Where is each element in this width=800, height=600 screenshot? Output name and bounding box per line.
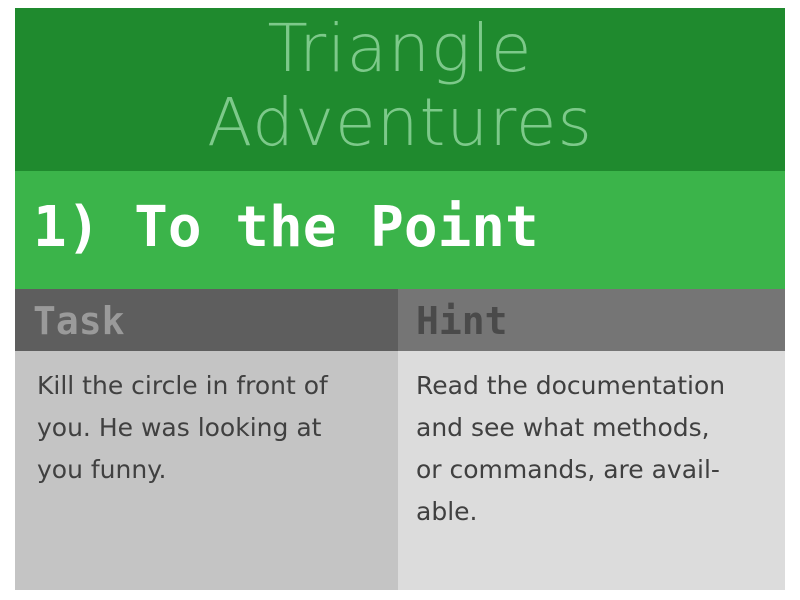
hint-line: or commands, are avail-	[416, 455, 720, 484]
task-header: Task	[15, 289, 398, 351]
task-line: you. He was looking at	[37, 413, 322, 442]
hint-line: and see what methods,	[416, 413, 710, 442]
game-title-line-1: Triangle	[267, 10, 533, 87]
hint-panel: Read the documentation and see what meth…	[398, 351, 785, 590]
task-header-label: Task	[33, 299, 125, 343]
task-panel: Kill the circle in front of you. He was …	[15, 351, 398, 590]
level-title: 1) To the Point	[33, 195, 539, 260]
level-banner: 1) To the Point	[15, 171, 785, 289]
game-title-banner: Triangle Adventures	[15, 8, 785, 171]
task-description: Kill the circle in front of you. He was …	[37, 365, 377, 491]
level-card: Triangle Adventures 1) To the Point Task…	[15, 8, 785, 590]
task-line: Kill the circle in front of	[37, 371, 328, 400]
hint-header: Hint	[398, 289, 785, 351]
game-title-line-2: Adventures	[207, 84, 593, 161]
hint-header-label: Hint	[416, 299, 508, 343]
hint-description: Read the documentation and see what meth…	[416, 365, 766, 533]
hint-line: able.	[416, 497, 478, 526]
task-line: you funny.	[37, 455, 167, 484]
hint-line: Read the documentation	[416, 371, 726, 400]
